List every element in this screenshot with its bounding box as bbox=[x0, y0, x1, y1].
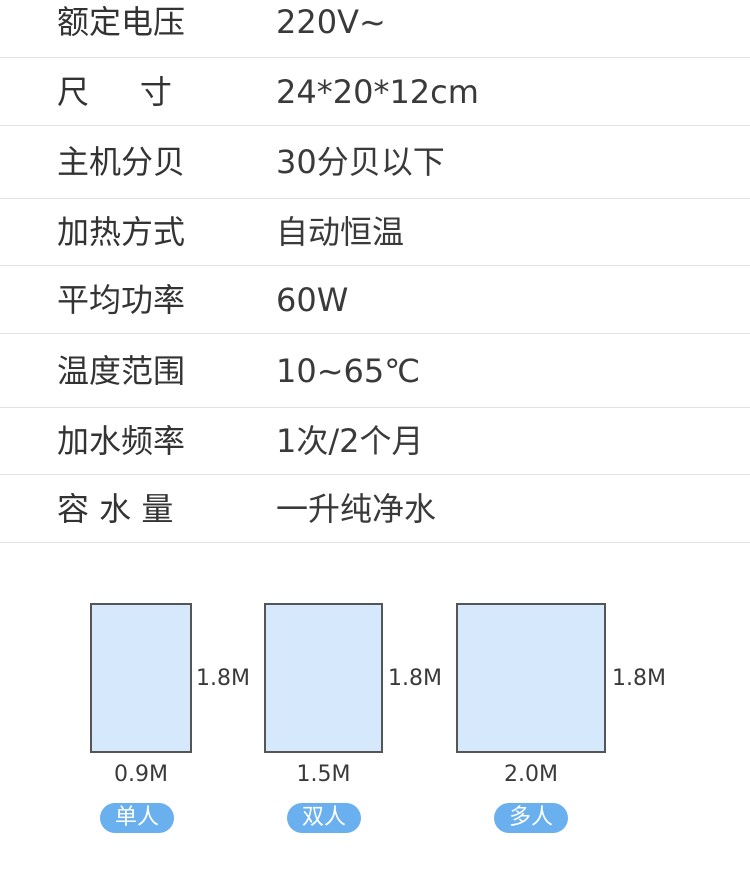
spec-row-capacity: 容 水 量 一升纯净水 bbox=[0, 475, 750, 543]
bed-single-width: 0.9M bbox=[114, 762, 168, 787]
bed-multi-height: 1.8M bbox=[612, 666, 666, 691]
spec-label: 平均功率 bbox=[57, 280, 186, 319]
spec-row-power: 平均功率 60W bbox=[0, 266, 750, 334]
spec-value: 24*20*12cm bbox=[276, 72, 479, 111]
bed-double-tag: 双人 bbox=[287, 803, 361, 833]
bed-single-diagram bbox=[90, 603, 192, 753]
spec-value: 一升纯净水 bbox=[276, 489, 437, 528]
spec-label: 容 水 量 bbox=[57, 489, 174, 528]
spec-value: 30分贝以下 bbox=[276, 143, 445, 181]
spec-table: 额定电压 220V~ 尺 寸 24*20*12cm 主机分贝 30分贝以下 加热… bbox=[0, 0, 750, 543]
bed-double-height: 1.8M bbox=[388, 666, 442, 691]
spec-row-size: 尺 寸 24*20*12cm bbox=[0, 58, 750, 126]
spec-row-heating: 加热方式 自动恒温 bbox=[0, 199, 750, 266]
spec-value: 自动恒温 bbox=[276, 213, 405, 251]
bed-double-diagram bbox=[264, 603, 383, 753]
spec-label: 温度范围 bbox=[57, 351, 186, 390]
spec-value: 60W bbox=[276, 280, 349, 319]
spec-label: 加水频率 bbox=[57, 422, 186, 460]
bed-single-tag: 单人 bbox=[100, 803, 174, 833]
bed-multi-width: 2.0M bbox=[504, 762, 558, 787]
spec-label: 加热方式 bbox=[57, 213, 186, 251]
bed-multi-diagram bbox=[456, 603, 606, 753]
spec-label: 尺 寸 bbox=[57, 72, 172, 111]
spec-row-noise: 主机分贝 30分贝以下 bbox=[0, 126, 750, 199]
spec-row-refill: 加水频率 1次/2个月 bbox=[0, 408, 750, 475]
spec-row-rated-voltage: 额定电压 220V~ bbox=[0, 0, 750, 58]
spec-label: 主机分贝 bbox=[57, 143, 186, 181]
bed-double-width: 1.5M bbox=[296, 762, 351, 787]
spec-row-temperature: 温度范围 10~65℃ bbox=[0, 334, 750, 408]
spec-label: 额定电压 bbox=[57, 3, 186, 41]
spec-value: 220V~ bbox=[276, 3, 386, 41]
bed-single-height: 1.8M bbox=[196, 666, 250, 691]
bed-multi-tag: 多人 bbox=[494, 803, 568, 833]
spec-value: 10~65℃ bbox=[276, 351, 421, 390]
spec-value: 1次/2个月 bbox=[276, 422, 424, 460]
